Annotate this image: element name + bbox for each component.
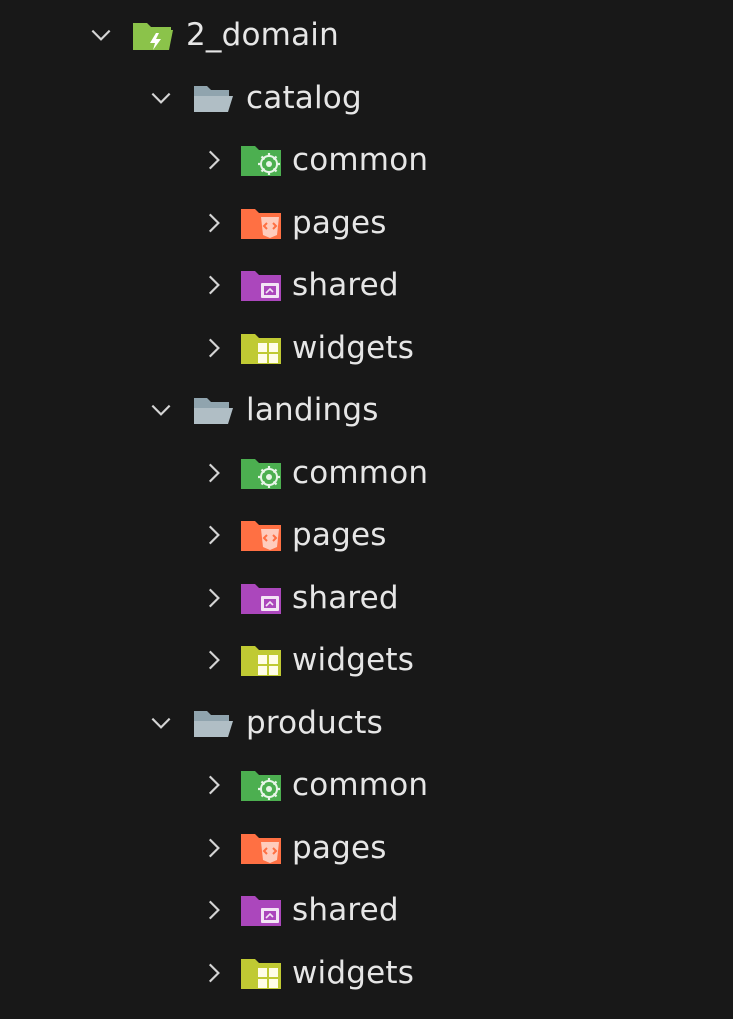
chevron-right-icon[interactable] — [198, 333, 228, 363]
folder-label: widgets — [292, 329, 415, 366]
tree-item-folder[interactable]: common — [0, 442, 733, 505]
tree-item-group[interactable]: products — [0, 692, 733, 755]
folder-label: common — [292, 142, 429, 179]
folder-open-icon — [190, 78, 236, 118]
folder-label: widgets — [292, 954, 415, 991]
folder-label: widgets — [292, 642, 415, 679]
chevron-right-icon[interactable] — [198, 895, 228, 925]
widgets-folder-icon — [238, 953, 284, 993]
tree-item-root[interactable]: 2_domain — [0, 4, 733, 67]
tree-item-folder[interactable]: common — [0, 754, 733, 817]
tree-item-folder[interactable]: widgets — [0, 942, 733, 1005]
chevron-right-icon[interactable] — [198, 583, 228, 613]
folder-label: 2_domain — [186, 17, 339, 54]
folder-label: common — [292, 454, 429, 491]
common-folder-icon — [238, 765, 284, 805]
folder-label: products — [246, 704, 383, 741]
common-folder-icon — [238, 140, 284, 180]
tree-item-group[interactable]: landings — [0, 379, 733, 442]
chevron-down-icon[interactable] — [146, 708, 176, 738]
folder-label: shared — [292, 267, 399, 304]
chevron-right-icon[interactable] — [198, 208, 228, 238]
tree-item-folder[interactable]: shared — [0, 254, 733, 317]
pages-folder-icon — [238, 828, 284, 868]
chevron-right-icon[interactable] — [198, 520, 228, 550]
tree-item-group[interactable]: catalog — [0, 67, 733, 130]
shared-folder-icon — [238, 890, 284, 930]
folder-label: pages — [292, 204, 387, 241]
tree-item-folder[interactable]: pages — [0, 504, 733, 567]
chevron-right-icon[interactable] — [198, 833, 228, 863]
tree-item-folder[interactable]: shared — [0, 879, 733, 942]
widgets-folder-icon — [238, 328, 284, 368]
chevron-right-icon[interactable] — [198, 770, 228, 800]
tree-item-folder[interactable]: widgets — [0, 629, 733, 692]
tree-item-folder[interactable]: widgets — [0, 317, 733, 380]
folder-open-icon — [190, 703, 236, 743]
domain-folder-open-icon — [130, 15, 176, 55]
chevron-right-icon[interactable] — [198, 270, 228, 300]
chevron-down-icon[interactable] — [86, 20, 116, 50]
common-folder-icon — [238, 453, 284, 493]
folder-label: pages — [292, 829, 387, 866]
tree-item-folder[interactable]: common — [0, 129, 733, 192]
tree-item-folder[interactable]: shared — [0, 567, 733, 630]
file-explorer-tree: 2_domaincatalog common pages shared widgets l… — [0, 4, 733, 1004]
pages-folder-icon — [238, 515, 284, 555]
chevron-right-icon[interactable] — [198, 458, 228, 488]
shared-folder-icon — [238, 578, 284, 618]
folder-label: pages — [292, 517, 387, 554]
folder-label: shared — [292, 579, 399, 616]
chevron-down-icon[interactable] — [146, 395, 176, 425]
folder-open-icon — [190, 390, 236, 430]
tree-item-folder[interactable]: pages — [0, 192, 733, 255]
chevron-right-icon[interactable] — [198, 645, 228, 675]
pages-folder-icon — [238, 203, 284, 243]
tree-item-folder[interactable]: pages — [0, 817, 733, 880]
chevron-right-icon[interactable] — [198, 145, 228, 175]
folder-label: common — [292, 767, 429, 804]
folder-label: catalog — [246, 79, 362, 116]
chevron-down-icon[interactable] — [146, 83, 176, 113]
folder-label: landings — [246, 392, 379, 429]
chevron-right-icon[interactable] — [198, 958, 228, 988]
folder-label: shared — [292, 892, 399, 929]
widgets-folder-icon — [238, 640, 284, 680]
shared-folder-icon — [238, 265, 284, 305]
